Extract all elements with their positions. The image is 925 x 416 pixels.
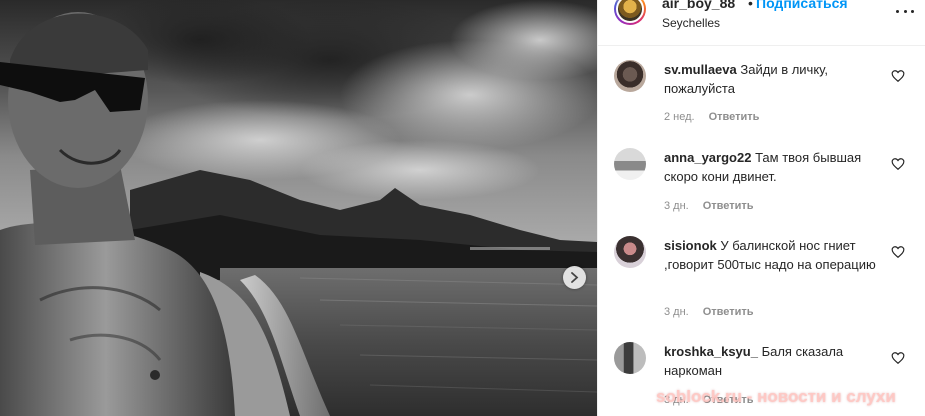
post-photo[interactable] — [0, 0, 597, 416]
author-avatar[interactable] — [614, 0, 646, 25]
reply-button[interactable]: Ответить — [703, 200, 754, 212]
heart-icon[interactable] — [891, 351, 905, 365]
comment-username[interactable]: kroshka_ksyu_ — [664, 344, 758, 359]
comment-username[interactable]: sv.mullaeva — [664, 62, 737, 77]
reply-button[interactable]: Ответить — [709, 111, 760, 123]
comment-item: anna_yargo22 Там твоя бывшая скоро кони … — [598, 148, 925, 236]
site-watermark: soblock.ru - новости и слухи — [656, 387, 896, 406]
comment-time: 3 дн. — [664, 200, 689, 212]
beach-selfie-image — [0, 0, 597, 416]
author-username[interactable]: air_boy_88 — [662, 0, 735, 11]
reply-button[interactable]: Ответить — [703, 306, 754, 318]
post-location[interactable]: Seychelles — [662, 16, 720, 30]
comment-time: 3 дн. — [664, 306, 689, 318]
chevron-right-icon — [571, 272, 579, 283]
next-photo-button[interactable] — [563, 266, 586, 289]
comment-meta: 2 нед. Ответить — [664, 111, 759, 123]
heart-icon[interactable] — [891, 157, 905, 171]
comment-meta: 3 дн. Ответить — [664, 306, 754, 318]
comment-text-block: sisionok У балинской нос гниет ,говорит … — [664, 237, 884, 274]
comment-item: sisionok У балинской нос гниет ,говорит … — [598, 236, 925, 324]
comment-item: sv.mullaeva Зайди в личку, пожалуйста 2 … — [598, 60, 925, 148]
separator-dot: • — [748, 0, 753, 11]
follow-button[interactable]: Подписаться — [756, 0, 848, 11]
commenter-avatar[interactable] — [614, 60, 646, 92]
comment-text-block: anna_yargo22 Там твоя бывшая скоро кони … — [664, 149, 884, 186]
post-header: air_boy_88 • Подписаться Seychelles — [598, 0, 925, 46]
heart-icon[interactable] — [891, 245, 905, 259]
comment-username[interactable]: sisionok — [664, 238, 717, 253]
commenter-avatar[interactable] — [614, 236, 646, 268]
heart-icon[interactable] — [891, 69, 905, 83]
comment-username[interactable]: anna_yargo22 — [664, 150, 751, 165]
comment-time: 2 нед. — [664, 111, 695, 123]
post-sidebar: air_boy_88 • Подписаться Seychelles sv.m… — [597, 0, 925, 416]
commenter-avatar[interactable] — [614, 148, 646, 180]
comment-text-block: sv.mullaeva Зайди в личку, пожалуйста — [664, 61, 884, 98]
comment-text-block: kroshka_ksyu_ Баля сказала наркоман — [664, 343, 884, 380]
comment-meta: 3 дн. Ответить — [664, 200, 754, 212]
more-options-icon[interactable] — [894, 4, 916, 18]
commenter-avatar[interactable] — [614, 342, 646, 374]
